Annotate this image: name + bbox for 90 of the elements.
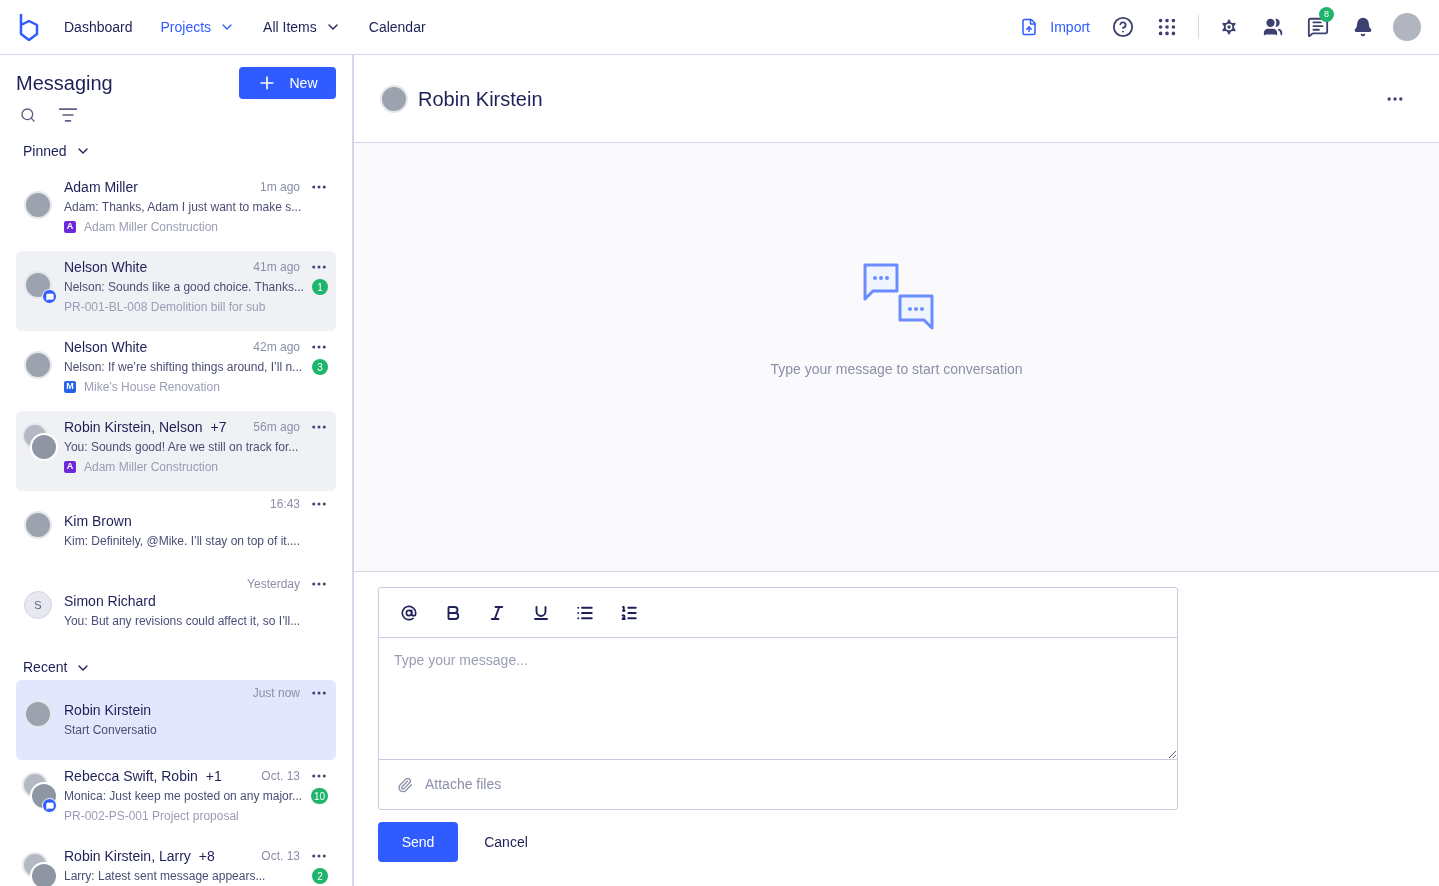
section-toggle[interactable]: Recent — [0, 651, 352, 680]
project-name: Mike’s House Renovation — [84, 379, 220, 396]
message-time: 1m ago — [259, 179, 300, 196]
new-button[interactable]: New — [239, 67, 336, 99]
conversation-item[interactable]: S Yesterday Simon Richard You: But any revisions could affect it, so I’ll... — [16, 571, 336, 651]
section-toggle[interactable]: Pinned — [0, 131, 352, 171]
conversation-name: Kim Brown — [64, 511, 132, 531]
conversation-item[interactable]: Rebecca Swift, Robin +1 Oct. 13 Monica: Just keep me posted on any major... 10 PR-002-PS-001 Project proposal — [16, 760, 336, 840]
message-time: Oct. 13 — [261, 768, 300, 785]
people-icon[interactable] — [1263, 17, 1283, 37]
at-sign-icon — [401, 604, 417, 621]
unread-count: 2 — [312, 868, 328, 884]
settings-icon[interactable] — [1219, 17, 1239, 37]
nav-tab[interactable]: Projects — [160, 16, 236, 38]
participant-count: +8 — [198, 846, 215, 866]
file-upload-icon — [1020, 18, 1039, 36]
avatar — [24, 511, 52, 539]
conversation-item[interactable]: Adam Miller 1m ago Adam: Thanks, Adam I just want to make s... A Adam Miller Construction — [16, 171, 336, 251]
cancel-button[interactable]: Cancel — [466, 822, 546, 862]
panel-title: Messaging — [16, 71, 113, 96]
conversation-name: Robin Kirstein, Nelson — [64, 417, 203, 437]
underline-icon — [532, 603, 550, 622]
message-input[interactable]: Type your message... — [378, 638, 1178, 759]
conversation-name: Nelson White — [64, 337, 148, 357]
conversation-item[interactable]: Nelson White 41m ago Nelson: Sounds like a good choice. Thanks... 1 PR-001-BL-008 Demolition bill for sub — [16, 251, 336, 331]
contact-avatar — [380, 84, 408, 113]
paperclip-icon — [397, 776, 413, 793]
message-time: Just now — [252, 685, 300, 702]
message-preview: Monica: Just keep me posted on any major... — [64, 788, 303, 804]
conversation-name: Robin Kirstein, Larry — [64, 846, 191, 866]
conversation-title: Robin Kirstein — [418, 86, 543, 112]
conversation-item[interactable]: Robin Kirstein, Larry +8 Oct. 13 Larry: Latest sent message appears... 2 — [16, 840, 336, 886]
project-name: Adam Miller Construction — [84, 219, 219, 236]
unread-count: 3 — [312, 359, 328, 375]
filter-icon[interactable] — [58, 105, 78, 125]
conversation-item[interactable]: Robin Kirstein, Nelson +7 56m ago You: Sounds good! Are we still on track for... A Adam Miller Construction — [16, 411, 336, 491]
participant-count: +1 — [205, 766, 222, 786]
empty-state-text: Type your message to start conversation — [770, 360, 1023, 379]
notification-badge: 8 — [1319, 7, 1334, 22]
message-time: 41m ago — [253, 259, 300, 276]
avatar: S — [24, 591, 52, 619]
reference-text: PR-002-PS-001 Project proposal — [64, 808, 240, 825]
nav-tab[interactable]: Dashboard — [64, 16, 133, 38]
logo-icon[interactable] — [18, 12, 40, 42]
message-preview: Nelson: If we’re shifting things around, I’ll n... — [64, 359, 303, 375]
project-tag: A — [64, 221, 76, 233]
message-time: 42m ago — [253, 339, 300, 356]
conversation-name: Robin Kirstein — [64, 700, 152, 720]
notifications-icon[interactable] — [1353, 17, 1373, 37]
chat-bubbles-icon — [862, 263, 935, 331]
message-preview: You: But any revisions could affect it, so I’ll... — [64, 613, 301, 629]
message-time: Oct. 13 — [261, 848, 300, 865]
conversation-item[interactable]: Just now Robin Kirstein Start Conversatio — [16, 680, 336, 760]
avatar — [24, 271, 52, 299]
numbered-list-icon — [620, 603, 638, 622]
message-preview: You: Sounds good! Are we still on track for... — [64, 439, 299, 455]
message-time: Yesterday — [247, 576, 300, 593]
help-icon[interactable] — [1112, 16, 1134, 38]
avatar — [24, 700, 52, 728]
message-time: 56m ago — [253, 419, 300, 436]
search-icon[interactable] — [20, 107, 36, 123]
avatar — [24, 351, 52, 379]
reference-text: PR-001-BL-008 Demolition bill for sub — [64, 299, 267, 316]
conversation-item[interactable]: Nelson White 42m ago Nelson: If we’re shifting things around, I’ll n... 3 M Mike’s House Renovation — [16, 331, 336, 411]
participant-count: +7 — [210, 417, 227, 437]
nav-tab[interactable]: All Items — [263, 16, 341, 38]
conversation-name: Simon Richard — [64, 591, 156, 611]
project-tag: A — [64, 461, 76, 473]
italic-icon — [488, 603, 506, 622]
message-preview: Nelson: Sounds like a good choice. Thanks... — [64, 279, 304, 295]
avatar — [30, 433, 58, 461]
message-preview: Start Conversatio — [64, 722, 157, 738]
chat-icon[interactable] — [1307, 16, 1329, 38]
avatar — [24, 191, 52, 219]
unread-count: 10 — [310, 788, 328, 804]
message-time: 16:43 — [269, 496, 300, 513]
nav-tab[interactable]: Calendar — [368, 16, 426, 38]
conversation-item[interactable]: 16:43 Kim Brown Kim: Definitely, @Mike. I’ll stay on top of it.... — [16, 491, 336, 571]
project-tag: M — [64, 381, 76, 393]
message-preview: Kim: Definitely, @Mike. I’ll stay on top of it.... — [64, 533, 301, 549]
project-name: Adam Miller Construction — [84, 459, 219, 476]
import-button[interactable]: Import — [1020, 16, 1090, 38]
conversation-name: Rebecca Swift, Robin — [64, 766, 198, 786]
conversation-name: Nelson White — [64, 257, 148, 277]
message-preview: Larry: Latest sent message appears... — [64, 868, 266, 884]
conversation-name: Adam Miller — [64, 177, 138, 197]
unread-count: 1 — [312, 279, 328, 295]
message-preview: Adam: Thanks, Adam I just want to make s... — [64, 199, 302, 215]
apps-grid-icon[interactable] — [1156, 16, 1178, 38]
send-button[interactable]: Send — [378, 822, 458, 862]
